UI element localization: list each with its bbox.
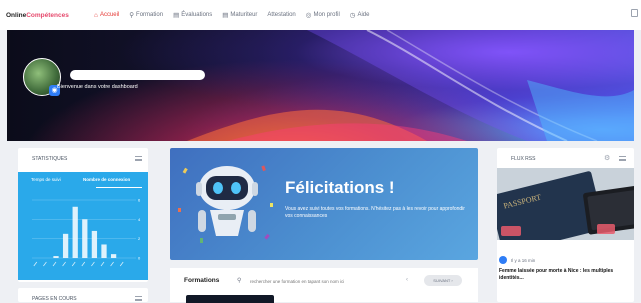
nav-item-label: Évaluations xyxy=(181,12,213,18)
clipboard-icon: ▤ xyxy=(173,12,180,19)
rss-article-time: Il y a 16 min xyxy=(511,258,536,263)
robot-illustration xyxy=(178,165,273,243)
rss-title: FLUX RSS xyxy=(511,156,536,162)
congratulations-title: Félicitations ! xyxy=(285,178,395,197)
y-tick-label: 4 xyxy=(138,217,141,222)
formations-title: Formations xyxy=(184,277,220,284)
nav-item-label: Mon profil xyxy=(313,12,340,18)
x-tick-mark xyxy=(33,261,38,267)
rss-feed-card: FLUX RSS ⚙ PASSPORT Il y a 16 min Femme … xyxy=(497,148,634,302)
menu-icon[interactable] xyxy=(135,156,142,161)
congratulations-card: Félicitations ! Vous avez suivi toutes v… xyxy=(170,148,478,260)
chart-bar xyxy=(91,230,98,258)
user-name-redacted xyxy=(70,70,205,80)
rss-article-headline[interactable]: Femme laissée pour morte à Nice : les mu… xyxy=(499,268,627,281)
logo-text-main: Online xyxy=(6,11,27,19)
search-icon: ⚲ xyxy=(129,12,135,19)
statistics-title: STATISTIQUES xyxy=(32,156,68,162)
document-icon: ▤ xyxy=(222,12,229,19)
x-tick-mark xyxy=(110,261,114,267)
x-tick-mark xyxy=(119,261,124,267)
passport-photo: PASSPORT xyxy=(497,168,634,240)
pages-en-cours-title: PAGES EN COURS xyxy=(32,296,77,302)
x-tick-mark xyxy=(81,261,86,267)
nav-item-attestation[interactable]: Attestation xyxy=(267,12,295,18)
menu-icon[interactable] xyxy=(619,156,626,161)
chart-bar xyxy=(62,233,69,258)
next-button[interactable]: SUIVANT › xyxy=(424,275,462,286)
x-tick-mark xyxy=(62,261,66,267)
app-logo[interactable]: OnlineCompétences xyxy=(6,12,94,19)
nav-item-evaluations[interactable]: ▤ Évaluations xyxy=(173,11,212,19)
y-tick-label: 0 xyxy=(138,256,141,261)
nav-item-mon-profil[interactable]: ◎ Mon profil xyxy=(306,11,340,19)
chart-bar xyxy=(53,256,59,258)
nav-item-accueil[interactable]: ⌂ Accueil xyxy=(94,12,119,19)
chart-bar xyxy=(101,244,107,258)
x-tick-mark xyxy=(100,261,105,267)
home-icon: ⌂ xyxy=(94,11,98,19)
clock-icon xyxy=(499,256,507,264)
welcome-text: Bienvenue dans votre dashboard xyxy=(57,84,138,90)
connections-bar-chart: 6 4 2 0 xyxy=(32,198,141,267)
logo-text-accent: Compétences xyxy=(26,11,69,19)
y-tick-label: 6 xyxy=(138,198,141,203)
nav-item-formation[interactable]: ⚲ Formation xyxy=(129,11,163,19)
x-tick-mark xyxy=(71,261,76,267)
x-tick-mark xyxy=(52,261,57,267)
chart-bar xyxy=(82,219,88,258)
nav-item-aide[interactable]: ◷ Aide xyxy=(350,11,370,19)
statistics-chart-panel: Temps de suivi Nombre de connexion 6420 xyxy=(18,172,148,280)
y-tick-label: 2 xyxy=(138,236,141,241)
chart-bar xyxy=(110,254,117,258)
user-icon: ◎ xyxy=(305,12,312,19)
formation-search-input[interactable] xyxy=(250,276,390,286)
nav-item-maturiteur[interactable]: ▤ Maturiteur xyxy=(222,11,257,19)
previous-button[interactable]: ‹ xyxy=(406,277,408,283)
top-navigation-bar: OnlineCompétences ⌂ Accueil ⚲ Formation … xyxy=(0,0,641,30)
help-icon: ◷ xyxy=(349,12,356,19)
profile-banner: ◉ Bienvenue dans votre dashboard xyxy=(7,30,634,141)
pages-en-cours-card: PAGES EN COURS xyxy=(18,288,148,302)
nav-item-label: Maturiteur xyxy=(230,12,258,18)
gear-icon[interactable]: ⚙ xyxy=(604,154,610,162)
nav-item-label: Aide xyxy=(357,12,370,18)
formations-card: Formations ⚲ ‹ SUIVANT › xyxy=(170,268,478,303)
chart-bar xyxy=(72,206,78,258)
rss-article-image[interactable]: PASSPORT xyxy=(497,168,634,240)
nav-item-label: Attestation xyxy=(267,12,296,18)
x-tick-mark xyxy=(43,261,47,267)
main-nav: ⌂ Accueil ⚲ Formation ▤ Évaluations ▤ Ma… xyxy=(94,11,379,20)
congratulations-message: Vous avez suivi toutes vos formations. N… xyxy=(285,206,465,219)
nav-item-label: Accueil xyxy=(99,12,120,18)
menu-icon[interactable] xyxy=(135,296,142,301)
nav-item-label: Formation xyxy=(136,12,164,18)
x-tick-mark xyxy=(91,261,95,267)
logout-icon[interactable] xyxy=(631,9,638,17)
search-icon: ⚲ xyxy=(237,278,242,284)
